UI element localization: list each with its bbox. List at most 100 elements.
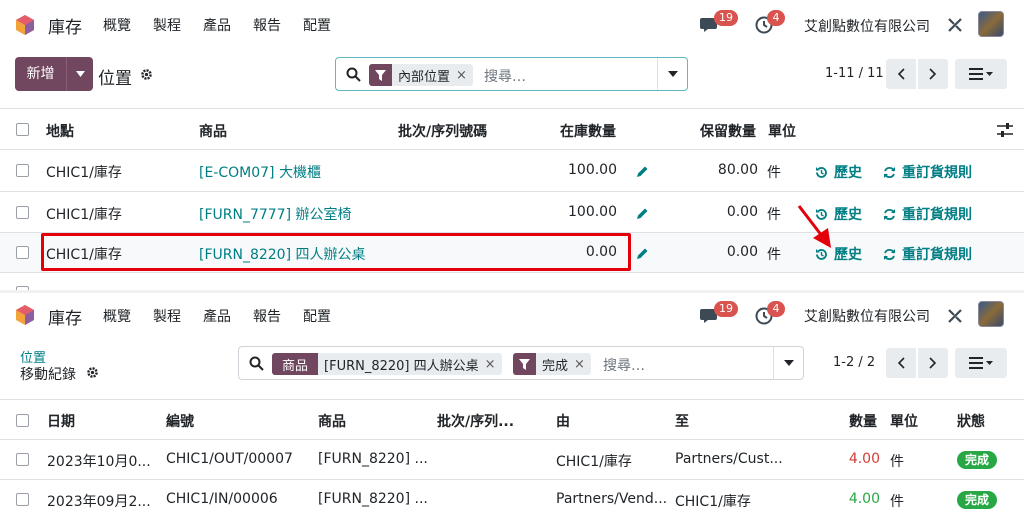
user-avatar[interactable]: [978, 11, 1004, 37]
view-switcher-button[interactable]: [955, 348, 1007, 378]
user-avatar[interactable]: [978, 301, 1004, 327]
row-checkbox[interactable]: [16, 493, 29, 506]
tools-icon[interactable]: [946, 16, 964, 34]
pencil-icon[interactable]: [636, 247, 649, 260]
reorder-rules-button[interactable]: 重訂貨規則: [883, 244, 972, 264]
reorder-rules-label[interactable]: 重訂貨規則: [902, 204, 972, 224]
select-all-checkbox[interactable]: [16, 414, 29, 427]
row-product-link[interactable]: [FURN_7777] 辦公室椅: [199, 204, 352, 224]
search-facet-internal-location[interactable]: 內部位置 ×: [369, 64, 473, 86]
menu-item-reporting[interactable]: 報告: [253, 306, 281, 326]
gear-icon[interactable]: [140, 68, 153, 81]
col-reference[interactable]: 編號: [166, 411, 194, 431]
app-name[interactable]: 庫存: [48, 13, 82, 38]
col-quantity[interactable]: 數量: [849, 411, 877, 431]
pencil-icon[interactable]: [636, 207, 649, 220]
search-options-toggle[interactable]: [657, 58, 687, 90]
col-lot-serial[interactable]: 批次/序列...: [437, 411, 514, 431]
menu-item-operations[interactable]: 製程: [153, 15, 181, 35]
col-status[interactable]: 狀態: [957, 411, 985, 431]
tools-icon[interactable]: [946, 307, 964, 325]
search-box[interactable]: 內部位置 × 搜尋…: [335, 57, 688, 91]
col-product[interactable]: 商品: [318, 411, 346, 431]
row-checkbox[interactable]: [16, 453, 29, 466]
search-options-toggle[interactable]: [773, 347, 803, 379]
company-name[interactable]: 艾創點數位有限公司: [804, 306, 930, 326]
col-to[interactable]: 至: [675, 411, 689, 431]
table-row-partial: [0, 273, 1024, 290]
view-switcher-button[interactable]: [955, 59, 1007, 89]
app-logo-icon[interactable]: [14, 304, 36, 326]
table-row[interactable]: CHIC1/庫存 [FURN_7777] 辦公室椅 100.00 0.00 件 …: [0, 192, 1024, 233]
main-menu: 概覽 製程 產品 報告 配置: [103, 306, 353, 326]
facet-label: 商品: [272, 353, 319, 375]
facet-remove-icon[interactable]: ×: [485, 357, 502, 372]
pager-next-button[interactable]: [918, 348, 948, 378]
page-title: 移動紀錄: [20, 367, 76, 383]
pager-previous-button[interactable]: [886, 59, 916, 89]
row-onhand-qty[interactable]: 100.00: [540, 204, 617, 220]
menu-item-overview[interactable]: 概覽: [103, 306, 131, 326]
select-all-checkbox[interactable]: [16, 123, 29, 136]
search-facet-product[interactable]: 商品 [FURN_8220] 四人辦公桌 ×: [272, 353, 502, 375]
menu-item-products[interactable]: 產品: [203, 15, 231, 35]
reorder-rules-button[interactable]: 重訂貨規則: [883, 204, 972, 224]
col-uom[interactable]: 單位: [890, 411, 918, 431]
col-reserved[interactable]: 保留數量: [700, 121, 756, 141]
new-button-label[interactable]: 新增: [15, 57, 67, 91]
table-row[interactable]: 2023年09月2... CHIC1/IN/00006 [FURN_8220] …: [0, 480, 1024, 520]
col-lot-serial[interactable]: 批次/序列號碼: [398, 121, 487, 141]
col-on-hand[interactable]: 在庫數量: [560, 121, 616, 141]
menu-item-products[interactable]: 產品: [203, 306, 231, 326]
pager-next-button[interactable]: [918, 59, 948, 89]
col-uom[interactable]: 單位: [768, 121, 796, 141]
row-reference: CHIC1/IN/00006: [166, 491, 278, 507]
facet-remove-icon[interactable]: ×: [574, 357, 591, 372]
row-checkbox[interactable]: [16, 246, 29, 259]
reorder-rules-button[interactable]: 重訂貨規則: [883, 162, 972, 182]
col-from[interactable]: 由: [556, 411, 570, 431]
menu-item-operations[interactable]: 製程: [153, 306, 181, 326]
table-row[interactable]: CHIC1/庫存 [E-COM07] 大機櫃 100.00 80.00 件 歷史…: [0, 150, 1024, 192]
pencil-icon[interactable]: [636, 165, 649, 178]
search-facet-status[interactable]: 完成 ×: [513, 353, 591, 375]
search-box[interactable]: 商品 [FURN_8220] 四人辦公桌 × 完成 × 搜尋…: [238, 346, 804, 380]
search-input[interactable]: 搜尋…: [484, 66, 526, 86]
row-onhand-qty[interactable]: 100.00: [540, 162, 617, 178]
col-date[interactable]: 日期: [47, 411, 75, 431]
row-checkbox[interactable]: [16, 206, 29, 219]
col-location[interactable]: 地點: [46, 121, 74, 141]
new-button[interactable]: 新增: [15, 57, 93, 91]
facet-remove-icon[interactable]: ×: [456, 68, 473, 83]
row-location: CHIC1/庫存: [46, 165, 122, 181]
menu-item-configuration[interactable]: 配置: [303, 15, 331, 35]
history-label[interactable]: 歷史: [834, 204, 862, 224]
col-product[interactable]: 商品: [199, 121, 227, 141]
gear-icon[interactable]: [86, 366, 99, 379]
menu-item-reporting[interactable]: 報告: [253, 15, 281, 35]
history-label[interactable]: 歷史: [834, 162, 862, 182]
app-name[interactable]: 庫存: [48, 304, 82, 329]
company-name[interactable]: 艾創點數位有限公司: [804, 16, 930, 36]
search-input[interactable]: 搜尋…: [603, 355, 645, 375]
row-reserved-qty: 0.00: [726, 204, 758, 220]
column-settings-icon[interactable]: [997, 123, 1013, 137]
menu-item-overview[interactable]: 概覽: [103, 15, 131, 35]
row-location: CHIC1/庫存: [46, 207, 122, 223]
app-logo-icon[interactable]: [14, 14, 36, 36]
row-checkbox[interactable]: [16, 164, 29, 177]
reorder-rules-label[interactable]: 重訂貨規則: [902, 162, 972, 182]
menu-item-configuration[interactable]: 配置: [303, 306, 331, 326]
refresh-icon: [884, 248, 895, 260]
new-dropdown-caret-icon[interactable]: [67, 57, 93, 91]
row-product-link[interactable]: [E-COM07] 大機櫃: [199, 162, 321, 182]
status-badge: 完成: [957, 491, 998, 509]
table-row[interactable]: 2023年10月0... CHIC1/OUT/00007 [FURN_8220]…: [0, 440, 1024, 480]
reorder-rules-label[interactable]: 重訂貨規則: [902, 244, 972, 264]
history-label[interactable]: 歷史: [834, 244, 862, 264]
pager-value[interactable]: 1-2 / 2: [833, 355, 875, 370]
pager-previous-button[interactable]: [886, 348, 916, 378]
table-header: 日期 編號 商品 批次/序列... 由 至 數量 單位 狀態: [0, 399, 1024, 440]
pager-value[interactable]: 1-11 / 11: [825, 66, 884, 81]
history-button[interactable]: 歷史: [815, 162, 862, 182]
